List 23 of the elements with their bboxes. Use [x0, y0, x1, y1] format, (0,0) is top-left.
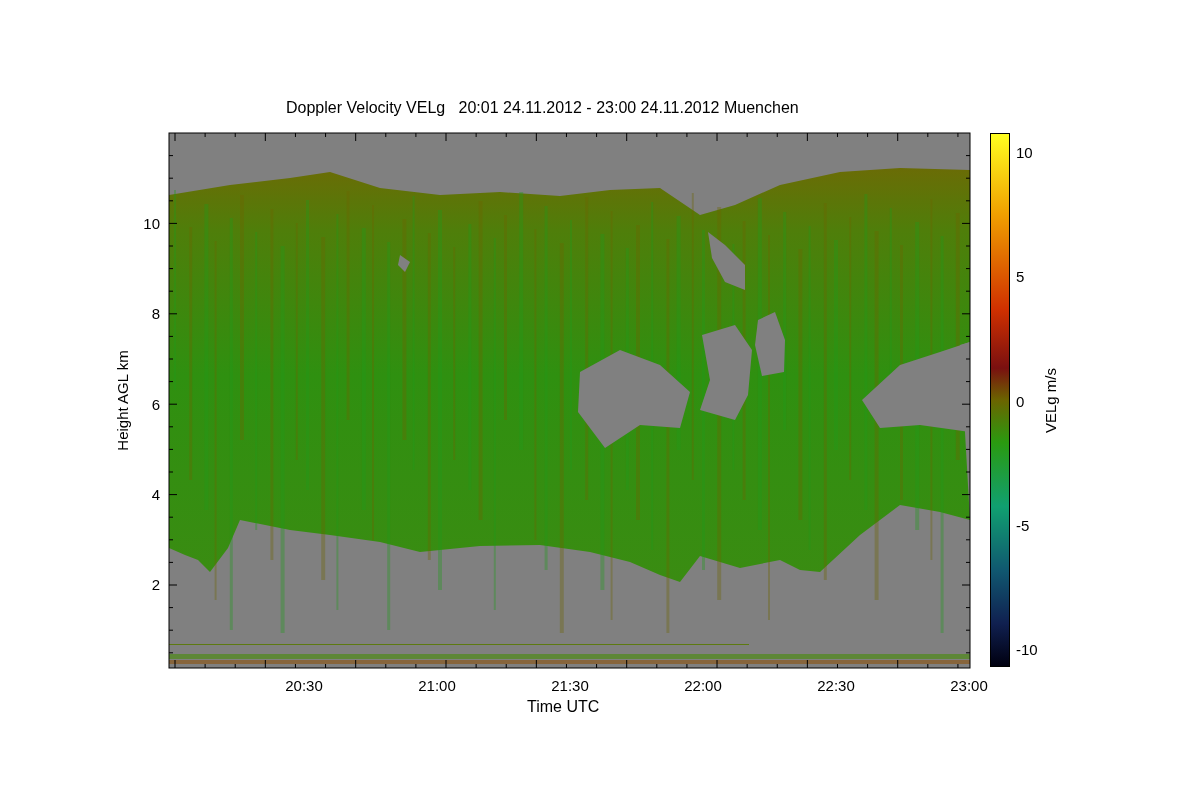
colorbar-tick-label: -5 — [1016, 517, 1030, 533]
no-echo-gap — [755, 312, 785, 376]
y-axis-label: Height AGL km — [114, 350, 130, 451]
colorbar-tick-label: -10 — [1016, 642, 1038, 658]
y-tick-label: 2 — [151, 577, 160, 593]
x-axis-label: Time UTC — [527, 699, 600, 715]
x-tick-label: 23:00 — [949, 678, 989, 693]
colorbar-tick-label: 5 — [1016, 269, 1025, 285]
y-tick-label: 10 — [143, 216, 160, 231]
x-tick-label: 20:30 — [284, 678, 324, 693]
no-echo-gap — [708, 232, 745, 290]
y-tick-label: 8 — [151, 306, 160, 322]
colorbar-label: VELg m/s — [1043, 368, 1058, 433]
colorbar-tick-label: 10 — [1016, 145, 1033, 160]
x-tick-label: 21:00 — [417, 678, 457, 693]
y-tick-label: 6 — [151, 396, 160, 412]
x-tick-label: 22:30 — [816, 678, 856, 693]
y-tick-label: 4 — [151, 486, 160, 502]
no-echo-gap — [398, 255, 410, 272]
chart-title: Doppler Velocity VELg 20:01 24.11.2012 - 23:00 24.11.2012 Muenchen — [286, 100, 799, 116]
x-tick-label: 22:00 — [683, 678, 723, 693]
colorbar-tick-label: 0 — [1016, 393, 1025, 409]
x-tick-label: 21:30 — [550, 678, 590, 693]
